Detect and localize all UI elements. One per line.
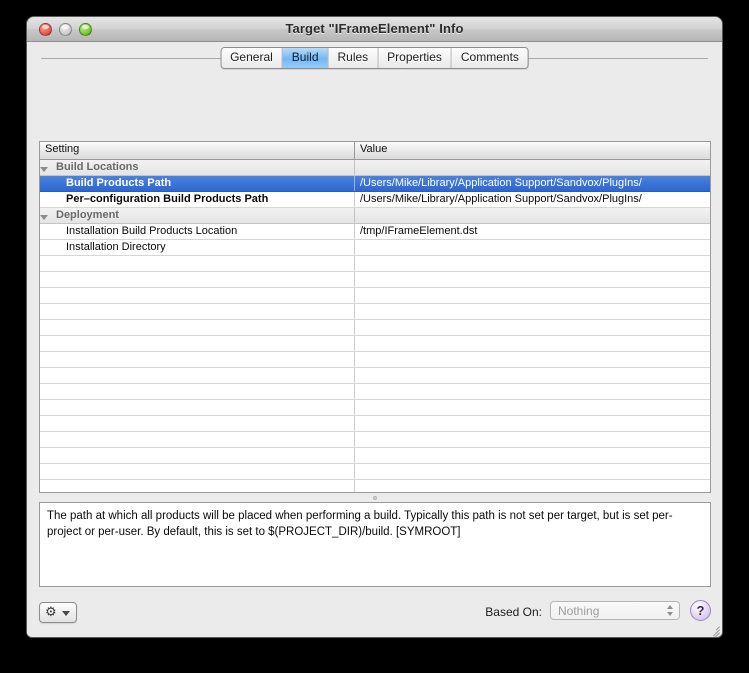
column-header-value[interactable]: Value bbox=[360, 143, 387, 155]
cell-divider bbox=[354, 288, 355, 303]
table-row[interactable] bbox=[40, 368, 710, 384]
table-row[interactable] bbox=[40, 352, 710, 368]
setting-description-pane: The path at which all products will be p… bbox=[39, 502, 711, 587]
table-row[interactable] bbox=[40, 480, 710, 492]
row-setting-name: Installation Build Products Location bbox=[66, 225, 238, 237]
cell-divider bbox=[354, 304, 355, 319]
splitter-handle-icon bbox=[373, 496, 377, 500]
column-header-setting[interactable]: Setting bbox=[45, 143, 79, 155]
row-setting-value: /Users/Mike/Library/Application Support/… bbox=[360, 193, 642, 205]
table-group-row[interactable]: Deployment bbox=[40, 208, 710, 224]
row-setting-value: /Users/Mike/Library/Application Support/… bbox=[360, 177, 642, 189]
cell-divider bbox=[354, 448, 355, 463]
table-row[interactable] bbox=[40, 416, 710, 432]
row-setting-name: Deployment bbox=[56, 209, 119, 221]
table-row[interactable]: Installation Directory bbox=[40, 240, 710, 256]
row-setting-name: Build Products Path bbox=[66, 177, 172, 189]
cell-divider bbox=[354, 208, 355, 223]
cell-divider bbox=[354, 224, 355, 239]
window-title: Target "IFrameElement" Info bbox=[285, 21, 464, 36]
tab-properties[interactable]: Properties bbox=[378, 48, 452, 68]
table-group-row[interactable]: Build Locations bbox=[40, 160, 710, 176]
cell-divider bbox=[354, 272, 355, 287]
cell-divider bbox=[354, 400, 355, 415]
cell-divider bbox=[354, 432, 355, 447]
cell-divider bbox=[354, 240, 355, 255]
table-row[interactable] bbox=[40, 256, 710, 272]
table-row[interactable] bbox=[40, 432, 710, 448]
chevron-down-icon bbox=[62, 611, 70, 616]
table-row[interactable] bbox=[40, 320, 710, 336]
row-setting-value: /tmp/IFrameElement.dst bbox=[360, 225, 478, 237]
cell-divider bbox=[354, 256, 355, 271]
table-row[interactable]: Build Products Path/Users/Mike/Library/A… bbox=[40, 176, 710, 192]
tab-bar: General Build Rules Properties Comments bbox=[27, 42, 722, 70]
cell-divider bbox=[354, 176, 355, 191]
tab-group: General Build Rules Properties Comments bbox=[220, 47, 529, 69]
info-window: Target "IFrameElement" Info General Buil… bbox=[26, 16, 723, 638]
gear-icon: ⚙ bbox=[45, 605, 57, 620]
cell-divider bbox=[354, 464, 355, 479]
setting-description-text: The path at which all products will be p… bbox=[47, 510, 673, 538]
row-setting-name: Installation Directory bbox=[66, 241, 166, 253]
tab-rules[interactable]: Rules bbox=[328, 48, 379, 68]
cell-divider bbox=[354, 192, 355, 207]
cell-divider bbox=[354, 480, 355, 492]
tab-comments[interactable]: Comments bbox=[451, 48, 528, 68]
build-settings-table: Setting Value Build Locations Build Produ… bbox=[39, 141, 711, 493]
table-row[interactable] bbox=[40, 304, 710, 320]
based-on-popup[interactable]: Nothing bbox=[550, 601, 680, 620]
cell-divider bbox=[354, 368, 355, 383]
table-row[interactable]: Per–configuration Build Products Path/Us… bbox=[40, 192, 710, 208]
based-on-label: Based On: bbox=[485, 605, 542, 619]
cell-divider bbox=[354, 352, 355, 367]
window-bottom-bar: ⚙ Based On: Nothing ? bbox=[27, 593, 722, 637]
disclosure-triangle-icon[interactable] bbox=[40, 215, 48, 220]
tab-general[interactable]: General bbox=[221, 48, 283, 68]
cell-divider bbox=[354, 384, 355, 399]
filter-controls: Configuration: All Configurations Show: … bbox=[27, 70, 722, 189]
cell-divider bbox=[354, 320, 355, 335]
table-row[interactable] bbox=[40, 272, 710, 288]
table-row[interactable] bbox=[40, 384, 710, 400]
cell-divider bbox=[354, 336, 355, 351]
cell-divider bbox=[354, 160, 355, 175]
table-row[interactable] bbox=[40, 400, 710, 416]
table-row[interactable] bbox=[40, 336, 710, 352]
window-titlebar: Target "IFrameElement" Info bbox=[27, 17, 722, 42]
help-button[interactable]: ? bbox=[690, 600, 711, 621]
tab-build[interactable]: Build bbox=[282, 48, 329, 68]
table-row[interactable]: Installation Build Products Location/tmp… bbox=[40, 224, 710, 240]
action-gear-button[interactable]: ⚙ bbox=[39, 602, 77, 623]
resize-grip-icon[interactable] bbox=[706, 621, 720, 637]
up-down-chevron-icon bbox=[665, 603, 676, 618]
disclosure-triangle-icon[interactable] bbox=[40, 167, 48, 172]
row-setting-name: Build Locations bbox=[56, 161, 139, 173]
table-row[interactable] bbox=[40, 448, 710, 464]
column-divider[interactable] bbox=[354, 142, 355, 159]
table-row[interactable] bbox=[40, 288, 710, 304]
based-on-popup-value: Nothing bbox=[558, 604, 600, 618]
table-header-row: Setting Value bbox=[40, 142, 710, 160]
table-row[interactable] bbox=[40, 464, 710, 480]
row-setting-name: Per–configuration Build Products Path bbox=[66, 193, 269, 205]
cell-divider bbox=[354, 416, 355, 431]
table-body: Build Locations Build Products Path/Users… bbox=[40, 160, 710, 492]
